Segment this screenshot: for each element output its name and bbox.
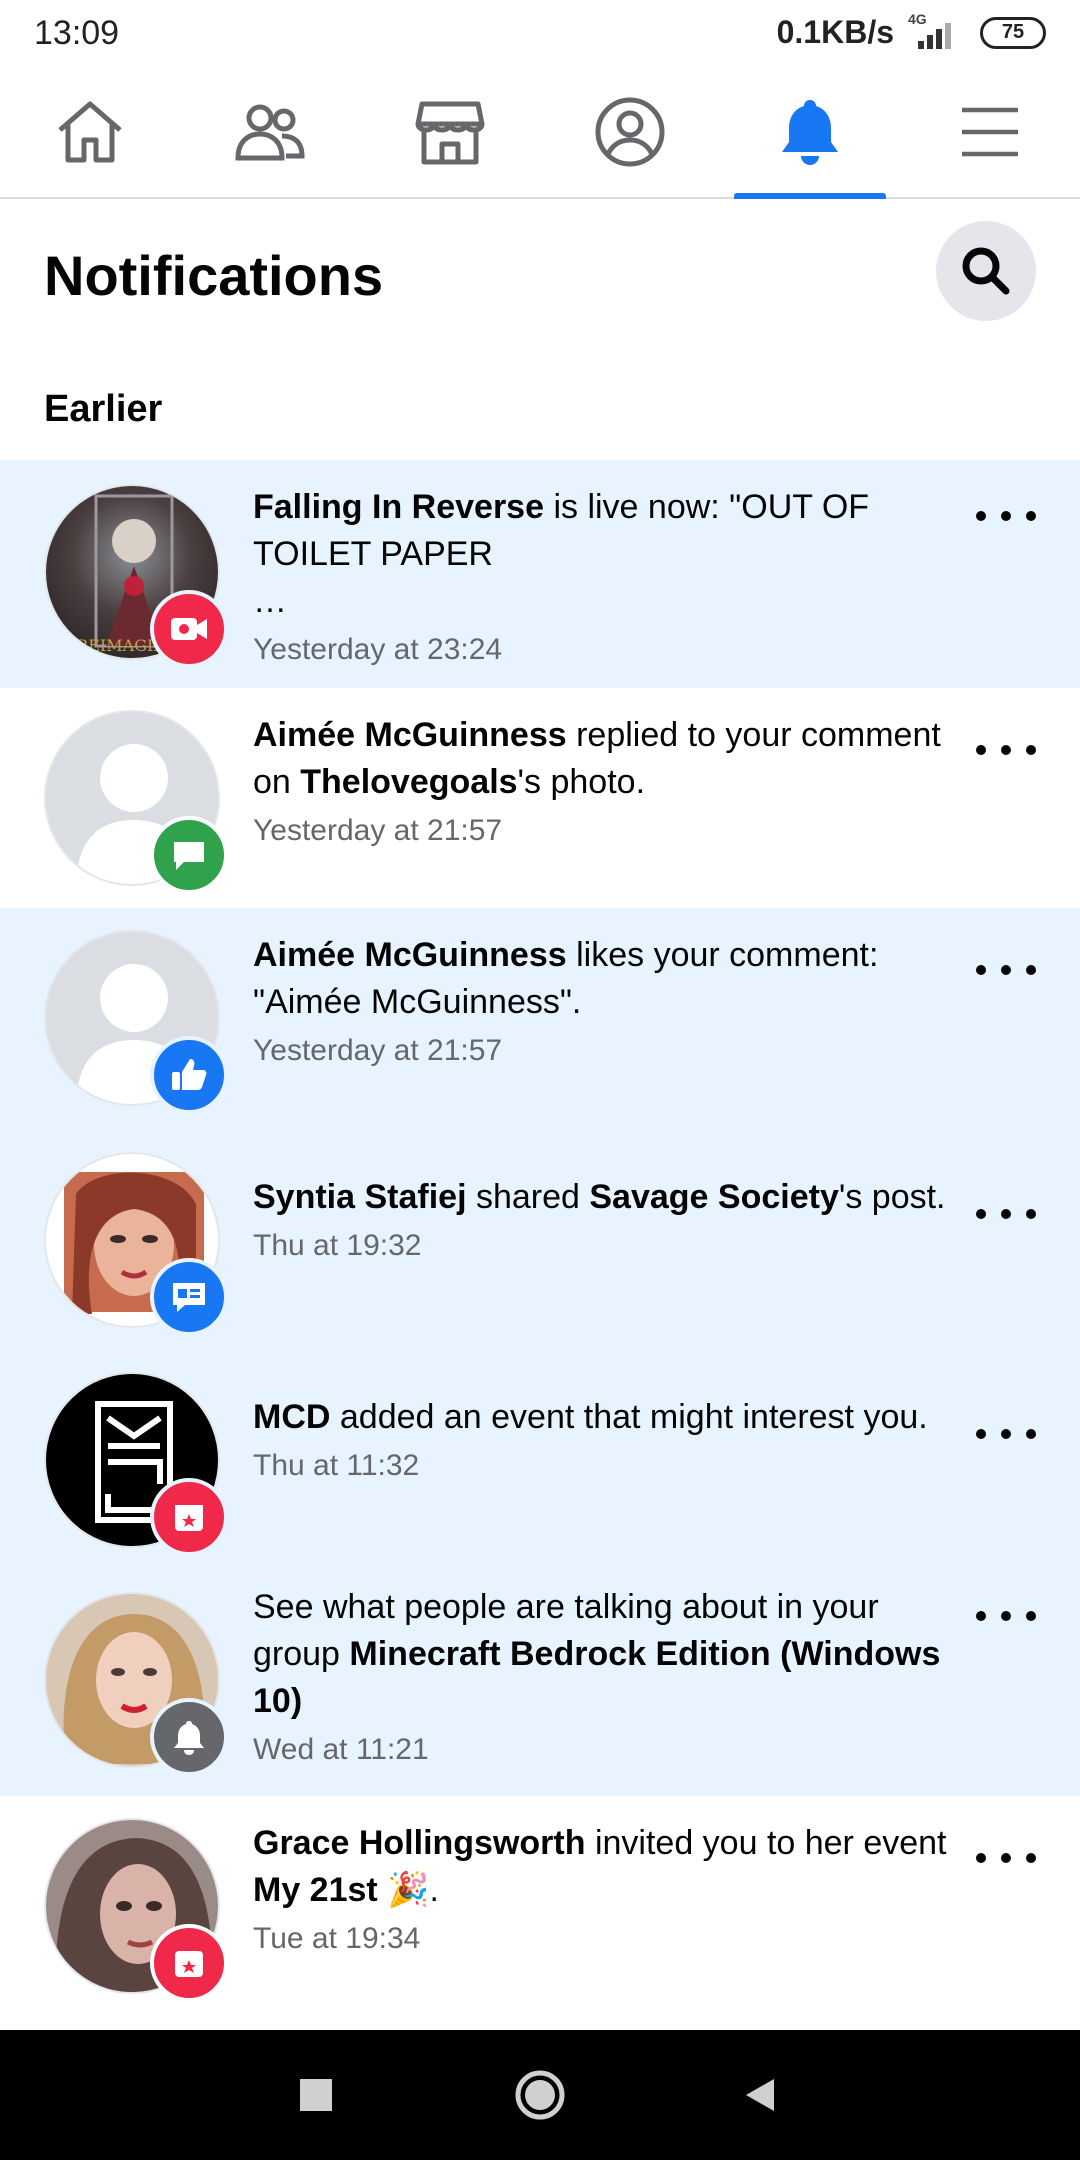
notification-time: Thu at 19:32 (253, 1229, 422, 1262)
notification-list: REIMAGINED Falling In Reverse is live no… (0, 460, 1080, 2030)
nav-menu[interactable] (900, 66, 1080, 197)
notification-target: My 21st (253, 1871, 378, 1909)
marketplace-icon (415, 101, 485, 164)
notification-message-end: 's post. (838, 1178, 946, 1216)
more-options-button[interactable] (976, 950, 1036, 990)
menu-icon (962, 107, 1018, 156)
notification-time: Thu at 11:32 (253, 1449, 420, 1482)
notification-actor: Aimée McGuinness (253, 716, 567, 754)
like-badge (150, 1036, 228, 1114)
status-icons: 0.1KB/s 4G 75 (776, 11, 1046, 51)
notification-ellipsis: … (253, 582, 287, 620)
search-button[interactable] (936, 221, 1036, 321)
event-icon (175, 1505, 203, 1531)
notification-item[interactable]: Syntia Stafiej shared Savage Society's p… (0, 1140, 1080, 1360)
bell-icon (782, 99, 838, 165)
like-icon (172, 1059, 207, 1090)
back-icon (746, 2079, 774, 2111)
notification-item[interactable]: Grace Hollingsworth invited you to her e… (0, 1796, 1080, 2030)
notification-actor: Falling In Reverse (253, 488, 544, 526)
live-video-badge (150, 590, 228, 668)
section-title: Earlier (44, 388, 163, 430)
battery-icon: 75 (980, 16, 1046, 49)
status-time: 13:09 (34, 14, 120, 52)
friends-icon (235, 104, 305, 160)
recents-button[interactable] (256, 2030, 376, 2160)
nav-home[interactable] (0, 66, 180, 197)
more-options-button[interactable] (976, 1596, 1036, 1636)
notification-time: Yesterday at 21:57 (253, 1034, 503, 1067)
notification-actor: Syntia Stafiej (253, 1178, 467, 1216)
notification-actor: Aimée McGuinness (253, 936, 567, 974)
home-icon (58, 101, 122, 162)
page-header: Notifications (0, 199, 1080, 347)
signal-icon: 4G (908, 11, 966, 51)
notification-message-end: 's photo. (517, 763, 646, 801)
avatar (44, 930, 228, 1114)
live-video-icon (171, 618, 207, 640)
avatar (44, 710, 228, 894)
more-options-button[interactable] (976, 730, 1036, 770)
notification-item[interactable]: REIMAGINED Falling In Reverse is live no… (0, 460, 1080, 688)
notification-actor: Grace Hollingsworth (253, 1824, 586, 1862)
nav-marketplace[interactable] (360, 66, 540, 197)
more-options-button[interactable] (976, 496, 1036, 536)
nav-notifications[interactable] (720, 66, 900, 199)
page-title: Notifications (44, 244, 384, 307)
recents-icon (300, 2079, 332, 2111)
notification-time: Yesterday at 23:24 (253, 633, 503, 666)
group-notification-badge (150, 1698, 228, 1776)
notification-item[interactable]: MCD added an event that might interest y… (0, 1360, 1080, 1580)
top-nav (0, 66, 1080, 199)
avatar (44, 1152, 228, 1336)
nav-friends[interactable] (180, 66, 360, 197)
notification-actor: MCD (253, 1398, 331, 1436)
avatar (44, 1372, 228, 1556)
notification-time: Tue at 19:34 (253, 1922, 421, 1955)
more-options-button[interactable] (976, 1838, 1036, 1878)
comment-icon (174, 842, 204, 870)
notification-item[interactable]: See what people are talking about in you… (0, 1580, 1080, 1796)
profile-icon (595, 97, 665, 166)
notification-message: invited you to her event (585, 1824, 947, 1862)
more-options-button[interactable] (976, 1194, 1036, 1234)
status-bar: 13:09 0.1KB/s 4G 75 (0, 0, 1080, 66)
back-button[interactable] (700, 2030, 820, 2160)
share-badge (150, 1258, 228, 1336)
avatar: REIMAGINED (44, 484, 228, 668)
notification-target: Savage Society (589, 1178, 839, 1216)
system-nav-bar (0, 2030, 1080, 2160)
avatar (44, 1592, 228, 1776)
nav-profile[interactable] (540, 66, 720, 197)
notification-message-end: 🎉. (377, 1871, 439, 1909)
event-badge (150, 1478, 228, 1556)
home-circle-icon (515, 2070, 565, 2120)
notification-target: Minecraft Bedrock Edition (Windows 10) (253, 1635, 941, 1720)
network-speed: 0.1KB/s (776, 14, 894, 50)
avatar (44, 1818, 228, 2002)
notification-item[interactable]: Aimée McGuinness likes your comment: "Ai… (0, 908, 1080, 1140)
notification-item[interactable]: Aimée McGuinness replied to your comment… (0, 688, 1080, 908)
search-icon (962, 247, 1010, 295)
event-icon (175, 1951, 203, 1977)
notification-time: Yesterday at 21:57 (253, 814, 503, 847)
notification-target: Thelovegoals (300, 763, 518, 801)
notification-message: added an event that might interest you. (330, 1398, 928, 1436)
share-icon (173, 1283, 205, 1312)
bell-icon (174, 1721, 204, 1755)
more-options-button[interactable] (976, 1414, 1036, 1454)
notification-time: Wed at 11:21 (253, 1733, 429, 1766)
comment-badge (150, 816, 228, 894)
event-badge (150, 1924, 228, 2002)
notification-message: shared (466, 1178, 590, 1216)
home-button[interactable] (480, 2030, 600, 2160)
